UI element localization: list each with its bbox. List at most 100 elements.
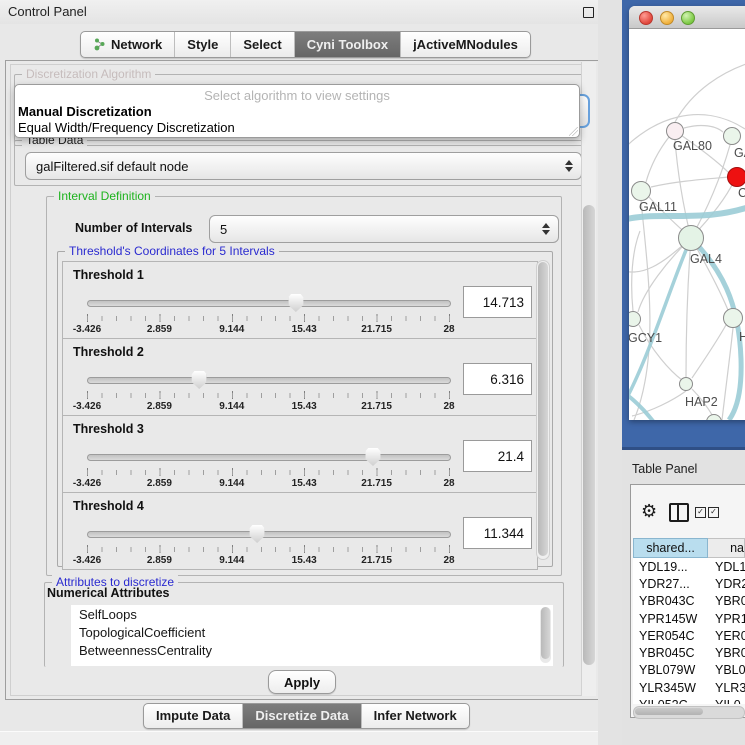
table-data-combo-value: galFiltered.sif default node [26, 159, 561, 174]
cell: YIL052C [633, 698, 709, 704]
slider-handle[interactable] [250, 525, 265, 543]
attributes-scrollbar[interactable] [540, 607, 551, 663]
table-row[interactable]: YDL19...YDL1 [633, 558, 745, 575]
threshold-2-label: Threshold 2 [73, 345, 144, 359]
scrollbar-thumb[interactable] [635, 708, 703, 715]
table-row[interactable]: YIL052CYIL0 [633, 696, 745, 704]
network-window-titlebar[interactable] [629, 6, 745, 29]
node-h[interactable] [723, 308, 743, 328]
node-gal80[interactable] [666, 122, 684, 140]
close-traffic-light-icon[interactable] [639, 11, 653, 25]
slider-handle[interactable] [365, 448, 380, 466]
tab-discretize-data[interactable]: Discretize Data [243, 704, 361, 728]
threshold-row-2: Threshold 2 -3.426 2.859 9.144 15.43 21.… [62, 338, 538, 416]
threshold-4-value[interactable]: 11.344 [463, 517, 532, 549]
tab-impute-data[interactable]: Impute Data [144, 704, 243, 728]
numerical-attributes-list[interactable]: SelfLoops TopologicalCoefficient Between… [71, 605, 553, 666]
tick-label: 21.715 [361, 401, 392, 412]
tab-select[interactable]: Select [231, 32, 294, 57]
tick-label: 2.859 [147, 401, 172, 412]
slider-tick-labels: -3.426 2.859 9.144 15.43 21.715 28 [87, 555, 449, 567]
slider-handle[interactable] [192, 371, 207, 389]
cell: YBR043C [633, 594, 709, 608]
tab-infer-network[interactable]: Infer Network [362, 704, 469, 728]
dropdown-option-manual[interactable]: Manual Discretization [18, 104, 152, 119]
node-gal11[interactable] [631, 181, 651, 201]
tab-jactivemnodules[interactable]: jActiveMNodules [401, 32, 530, 57]
table-row[interactable]: YBR045CYBR0 [633, 644, 745, 661]
tab-cyni-toolbox[interactable]: Cyni Toolbox [295, 32, 401, 57]
combo-stepper-icon [561, 160, 577, 172]
number-of-intervals-value: 5 [210, 222, 538, 237]
tick-label: 21.715 [361, 324, 392, 335]
thresholds-scrollbar[interactable] [536, 260, 550, 560]
column-header-name[interactable]: na [708, 538, 745, 558]
cell: YER054C [633, 629, 709, 643]
table-row[interactable]: YER054CYER0 [633, 627, 745, 644]
slider-track[interactable] [87, 300, 451, 307]
tab-discretize-data-label: Discretize Data [255, 708, 348, 723]
threshold-rows: Threshold 1 -3.426 2.859 9.144 15.43 21.… [62, 262, 538, 570]
tick-label: 15.43 [292, 555, 317, 566]
table-row[interactable]: YLR345WYLR3 [633, 679, 745, 696]
attribute-item[interactable]: BetweennessCentrality [71, 641, 553, 659]
threshold-2-value[interactable]: 6.316 [463, 363, 532, 395]
popup-resize-grip-icon[interactable] [569, 127, 578, 136]
gear-icon[interactable]: ⚙ [641, 501, 657, 522]
slider-track[interactable] [87, 531, 451, 538]
network-canvas[interactable]: GAL80 GA C GAL11 GAL4 GCY1 H HAP2 [629, 29, 745, 420]
table-rows: YDL19...YDL1 YDR27...YDR2 YBR043CYBR0 YP… [633, 558, 745, 704]
tick-label: -3.426 [73, 324, 101, 335]
tab-style-label: Style [187, 37, 218, 52]
table-row[interactable]: YBR043CYBR0 [633, 593, 745, 610]
table-data-combo[interactable]: galFiltered.sif default node [25, 152, 582, 180]
apply-button[interactable]: Apply [268, 670, 336, 694]
threshold-1-value[interactable]: 14.713 [463, 286, 532, 318]
zoom-traffic-light-icon[interactable] [681, 11, 695, 25]
tick-label: 9.144 [219, 478, 244, 489]
table-row[interactable]: YDR27...YDR2 [633, 575, 745, 592]
table-horizontal-scrollbar[interactable] [633, 706, 745, 719]
slider-minor-ticks [87, 393, 450, 398]
thresholds-group: Threshold's Coordinates for 5 Intervals … [57, 251, 553, 567]
scrollbar-thumb[interactable] [541, 607, 550, 659]
node-ga[interactable] [723, 127, 741, 145]
threshold-row-3: Threshold 3 -3.426 2.859 9.144 15.43 21.… [62, 415, 538, 493]
table-row[interactable]: YPR145WYPR1 [633, 610, 745, 627]
threshold-1-slider[interactable]: -3.426 2.859 9.144 15.43 21.715 28 [87, 294, 449, 334]
attribute-item[interactable]: SelfLoops [71, 605, 553, 623]
top-tab-bar: Network Style Select Cyni Toolbox jActiv… [80, 31, 531, 58]
attribute-item[interactable]: TopologicalCoefficient [71, 623, 553, 641]
tab-network[interactable]: Network [81, 32, 175, 57]
threshold-3-slider[interactable]: -3.426 2.859 9.144 15.43 21.715 28 [87, 448, 449, 488]
control-panel-scrollbar[interactable] [581, 62, 596, 696]
cell: YBL079W [633, 663, 709, 677]
slider-handle[interactable] [288, 294, 303, 312]
cell: YBR0 [709, 646, 745, 660]
table-panel-title: Table Panel [632, 462, 697, 476]
node-hap2[interactable] [679, 377, 693, 391]
number-of-intervals-combo[interactable]: 5 [209, 215, 559, 243]
checkbox-icon[interactable]: ✓ [695, 507, 706, 518]
slider-track[interactable] [87, 454, 451, 461]
tick-label: 9.144 [219, 324, 244, 335]
slider-track[interactable] [87, 377, 451, 384]
scrollbar-thumb[interactable] [583, 205, 595, 665]
float-window-icon[interactable] [583, 7, 594, 18]
table-row[interactable]: YBL079WYBL0 [633, 662, 745, 679]
tab-style[interactable]: Style [175, 32, 231, 57]
column-header-shared-name[interactable]: shared... [633, 538, 708, 558]
columns-icon[interactable] [669, 503, 689, 522]
bottom-tab-bar: Impute Data Discretize Data Infer Networ… [143, 703, 470, 729]
dropdown-option-equal-width[interactable]: Equal Width/Frequency Discretization [18, 120, 235, 135]
threshold-4-slider[interactable]: -3.426 2.859 9.144 15.43 21.715 28 [87, 525, 449, 565]
minimize-traffic-light-icon[interactable] [660, 11, 674, 25]
tab-select-label: Select [243, 37, 281, 52]
node-gal4[interactable] [678, 225, 704, 251]
node-label-ga: GA [734, 146, 745, 160]
scrollbar-thumb[interactable] [538, 262, 548, 556]
checkbox-icon[interactable]: ✓ [708, 507, 719, 518]
node-selected-red[interactable] [727, 167, 745, 187]
threshold-2-slider[interactable]: -3.426 2.859 9.144 15.43 21.715 28 [87, 371, 449, 411]
threshold-3-value[interactable]: 21.4 [463, 440, 532, 472]
